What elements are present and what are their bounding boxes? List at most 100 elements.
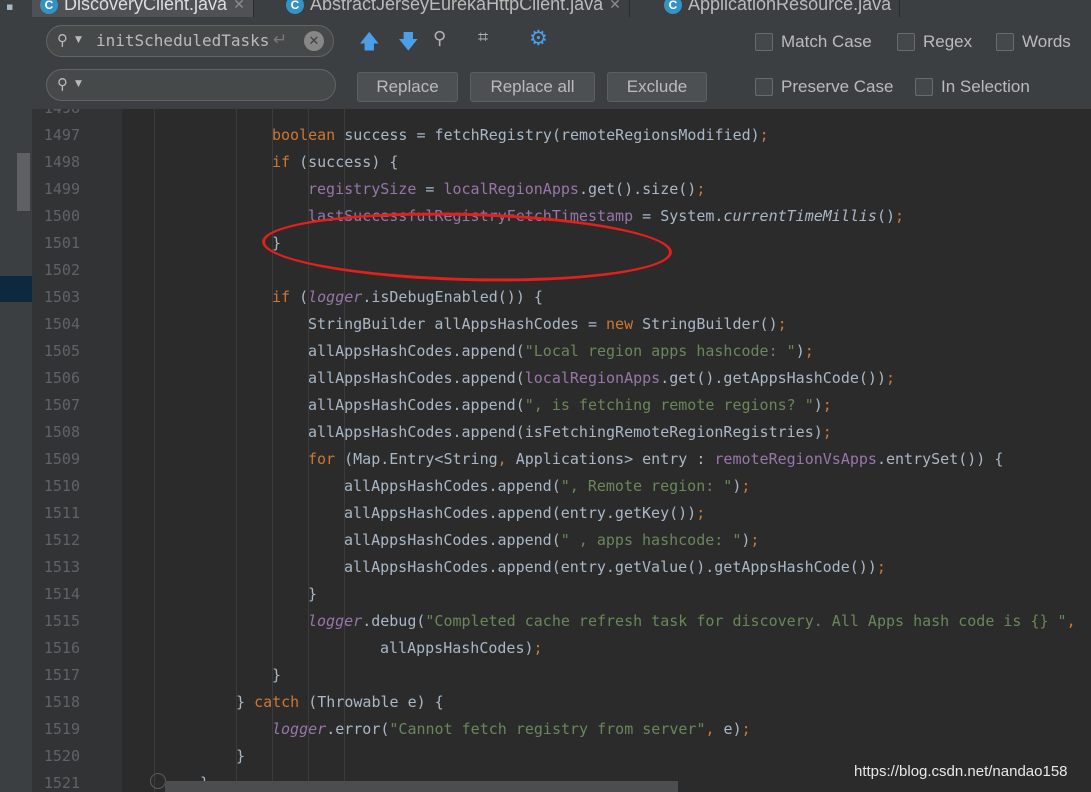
line-number: 1504	[43, 315, 80, 333]
code-token: logger	[308, 612, 363, 630]
code-token: if	[272, 153, 300, 171]
in-selection-label: In Selection	[941, 77, 1030, 96]
indent-guide	[272, 109, 273, 792]
line-number: 1512	[43, 531, 80, 549]
search-icon[interactable]: ⚲	[57, 75, 68, 93]
code-line[interactable]: allAppsHashCodes);	[380, 639, 543, 657]
left-tool-strip: ▪	[0, 0, 33, 792]
find-all-icon[interactable]: ⚲	[433, 28, 446, 49]
next-occurrence-icon[interactable]: 🡇	[398, 27, 419, 61]
panel-edge-icon: ▪	[6, 0, 14, 13]
code-line[interactable]: allAppsHashCodes.append(", Remote region…	[344, 477, 750, 495]
search-icon[interactable]: ⚲	[57, 31, 68, 49]
line-number: 1501	[43, 234, 80, 252]
replace-history-dropdown-icon[interactable]: ▼	[75, 79, 82, 89]
code-token: Applications> entry :	[515, 450, 715, 468]
line-number: 1503	[43, 288, 80, 306]
code-line[interactable]: allAppsHashCodes.append(entry.getKey());	[344, 504, 705, 522]
code-line[interactable]: }	[272, 234, 281, 252]
regex-checkbox[interactable]: Regex	[897, 32, 972, 52]
search-input-value[interactable]: initScheduledTasks	[96, 31, 269, 50]
line-number: 1519	[43, 720, 80, 738]
code-token: allAppsHashCodes.append(entry.getKey())	[344, 504, 697, 522]
preserve-case-label: Preserve Case	[781, 77, 894, 96]
code-token: }	[272, 234, 282, 252]
replace-button[interactable]: Replace	[357, 72, 458, 102]
code-token: = System.	[633, 207, 724, 225]
match-case-checkbox[interactable]: Match Case	[755, 32, 872, 52]
code-line[interactable]: boolean success = fetchRegistry(remoteRe…	[272, 126, 769, 144]
line-number: 1507	[43, 396, 80, 414]
code-token: " , apps hashcode: "	[560, 531, 742, 549]
code-line[interactable]: logger.debug("Completed cache refresh ta…	[308, 612, 1076, 630]
code-line[interactable]: } catch (Throwable e) {	[236, 693, 444, 711]
code-line[interactable]: for (Map.Entry<String, Applications> ent…	[308, 450, 1003, 468]
checkbox-box[interactable]	[755, 33, 773, 51]
new-line-icon[interactable]: ↵	[273, 30, 287, 50]
code-line[interactable]: if (logger.isDebugEnabled()) {	[272, 288, 543, 306]
search-input[interactable]: ⚲ ▼ initScheduledTasks ↵ ✕	[46, 25, 334, 57]
code-token: )	[813, 396, 823, 414]
checkbox-box[interactable]	[755, 78, 773, 96]
clear-search-icon[interactable]: ✕	[304, 31, 324, 51]
replace-input[interactable]: ⚲ ▼	[46, 69, 336, 101]
code-token: .get().getAppsHashCode())	[660, 369, 886, 387]
exclude-button[interactable]: Exclude	[607, 72, 707, 102]
in-selection-checkbox[interactable]: In Selection	[915, 77, 1030, 97]
line-number: 1515	[43, 612, 80, 630]
close-icon[interactable]: ✕	[233, 0, 245, 13]
left-scroll-thumb[interactable]	[17, 153, 30, 211]
checkbox-box[interactable]	[915, 78, 933, 96]
code-line[interactable]: allAppsHashCodes.append(" , apps hashcod…	[344, 531, 759, 549]
checkbox-box[interactable]	[996, 33, 1014, 51]
code-token: ;	[696, 180, 706, 198]
code-token: .debug(	[362, 612, 426, 630]
code-token: =	[416, 180, 444, 198]
code-token: ;	[777, 315, 787, 333]
prev-occurrence-icon[interactable]: 🡅	[359, 27, 380, 61]
code-line[interactable]: allAppsHashCodes.append(localRegionApps.…	[308, 369, 895, 387]
close-icon[interactable]: ✕	[609, 0, 621, 13]
code-line[interactable]: allAppsHashCodes.append(isFetchingRemote…	[308, 423, 832, 441]
replace-all-button[interactable]: Replace all	[470, 72, 595, 102]
code-token: .isDebugEnabled()) {	[362, 288, 543, 306]
code-token: ;	[741, 477, 751, 495]
line-number: 1496	[40, 109, 80, 117]
line-number: 1502	[43, 261, 80, 279]
code-line[interactable]: if (success) {	[272, 153, 398, 171]
preserve-case-checkbox[interactable]: Preserve Case	[755, 77, 893, 97]
line-number: 1498	[43, 153, 80, 171]
class-c-icon: C	[40, 0, 58, 14]
code-line[interactable]: }	[308, 585, 317, 603]
horizontal-scrollbar-thumb[interactable]	[165, 781, 678, 792]
watermark: https://blog.csdn.net/nandao158	[854, 763, 1068, 780]
code-line[interactable]: }	[272, 666, 281, 684]
search-history-dropdown-icon[interactable]: ▼	[75, 35, 82, 45]
tab-abstract-jersey-eureka-http-client[interactable]: C AbstractJerseyEurekaHttpClient.java ✕	[278, 0, 630, 17]
code-line[interactable]: allAppsHashCodes.append("Local region ap…	[308, 342, 814, 360]
code-line[interactable]: allAppsHashCodes.append(", is fetching r…	[308, 396, 832, 414]
code-line[interactable]: registrySize = localRegionApps.get().siz…	[308, 180, 705, 198]
code-line[interactable]: allAppsHashCodes.append(entry.getValue()…	[344, 558, 886, 576]
code-line[interactable]: StringBuilder allAppsHashCodes = new Str…	[308, 315, 787, 333]
code-token: ;	[741, 720, 751, 738]
select-all-occurrences-icon[interactable]: ⌗	[478, 27, 488, 48]
code-token: allAppsHashCodes.append(	[308, 342, 525, 360]
words-checkbox[interactable]: Words	[996, 32, 1071, 52]
code-line[interactable]: lastSuccessfulRegistryFetchTimestamp = S…	[308, 207, 904, 225]
tab-application-resource[interactable]: C ApplicationResource.java	[656, 0, 901, 17]
fold-marker-icon[interactable]	[150, 773, 166, 789]
tab-discovery-client[interactable]: C DiscoveryClient.java ✕	[32, 0, 254, 17]
code-line[interactable]: }	[236, 747, 245, 765]
code-token: (Map.Entry<String	[344, 450, 498, 468]
code-token: logger	[272, 720, 327, 738]
tab-label: DiscoveryClient.java	[64, 0, 228, 14]
code-editor[interactable]: 1496 1497 boolean success = fetchRegistry(…	[32, 109, 1091, 792]
code-token: ;	[822, 396, 832, 414]
checkbox-box[interactable]	[897, 33, 915, 51]
line-number: 1510	[43, 477, 80, 495]
settings-gear-icon[interactable]: ⚙	[529, 26, 548, 50]
line-number: 1516	[43, 639, 80, 657]
code-token: }	[308, 585, 318, 603]
tab-label: AbstractJerseyEurekaHttpClient.java	[310, 0, 604, 14]
